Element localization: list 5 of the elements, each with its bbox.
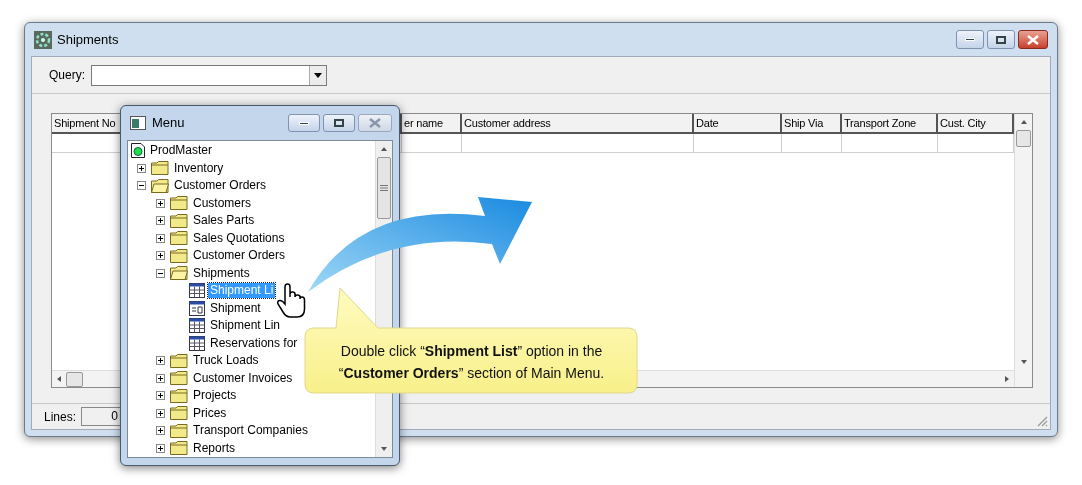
query-label: Query: [49,67,85,84]
window-title: Menu [152,114,185,133]
lines-label: Lines: [44,408,77,426]
window-title: Shipments [57,30,119,49]
callout-text: Double click “Shipment List” option in the “Customer Orders” section of Main Menu. [337,342,606,383]
